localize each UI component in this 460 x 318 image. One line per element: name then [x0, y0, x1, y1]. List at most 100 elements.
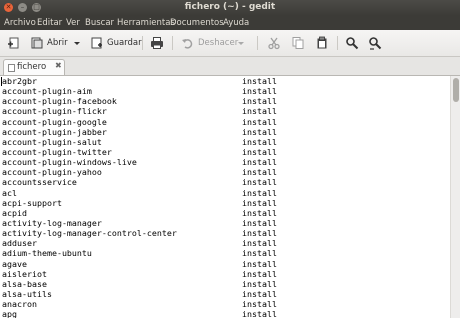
package-status: install	[242, 268, 277, 279]
menu-ver[interactable]: Ver	[66, 18, 80, 28]
menu-buscar[interactable]: Buscar	[85, 18, 114, 28]
undo-icon	[182, 39, 193, 49]
package-name: aisleriot	[2, 268, 47, 279]
package-status: install	[242, 197, 277, 208]
menu-bar: Archivo Editar Ver Buscar Herramientas D…	[0, 16, 460, 30]
toolbar-separator	[142, 36, 143, 50]
text-editor[interactable]: abr2gbr install account-plugin-aim install a…	[0, 76, 450, 318]
toolbar-separator	[337, 36, 338, 50]
text-line: account-plugin-jabber install	[0, 127, 450, 137]
package-status: install	[242, 86, 277, 97]
paste-icon	[317, 36, 327, 49]
vertical-scrollbar[interactable]	[450, 76, 460, 318]
package-name: alsa-base	[2, 278, 47, 289]
document-icon	[8, 64, 15, 72]
open-button[interactable]: Abrir	[30, 35, 68, 51]
package-name: account-plugin-twitter	[2, 146, 112, 157]
text-line: account-plugin-flickr install	[0, 106, 450, 116]
text-line: account-plugin-facebook install	[0, 96, 450, 106]
package-status: install	[242, 187, 277, 198]
package-status: install	[242, 106, 277, 117]
text-line: aisleriot install	[0, 269, 450, 279]
find-replace-button[interactable]	[368, 35, 382, 51]
text-line: account-plugin-aim install	[0, 86, 450, 96]
tab-fichero[interactable]: fichero ✖	[3, 59, 65, 75]
new-document-button[interactable]	[7, 35, 21, 51]
scissors-icon	[268, 37, 280, 50]
printer-icon	[151, 37, 163, 49]
package-name: acl	[2, 187, 17, 198]
text-line: account-plugin-yahoo install	[0, 167, 450, 177]
text-line: acpi-support install	[0, 198, 450, 208]
package-name: account-plugin-yahoo	[2, 167, 102, 178]
package-status: install	[242, 157, 277, 168]
menu-archivo[interactable]: Archivo	[4, 18, 36, 28]
open-label: Abrir	[47, 38, 68, 48]
title-bar: ✕ – □ fichero (~) - gedit	[0, 0, 460, 16]
package-status: install	[242, 217, 277, 228]
save-icon	[91, 37, 102, 49]
open-dropdown-button[interactable]	[73, 35, 81, 51]
package-name: account-plugin-windows-live	[2, 157, 137, 168]
package-status: install	[242, 207, 277, 218]
package-name: account-plugin-flickr	[2, 106, 107, 117]
package-status: install	[242, 258, 277, 269]
package-name: activity-log-manager	[2, 217, 102, 228]
toolbar-separator	[257, 36, 258, 50]
search-icon	[346, 37, 359, 50]
text-line: account-plugin-google install	[0, 117, 450, 127]
text-line: acl install	[0, 188, 450, 198]
menu-editar[interactable]: Editar	[37, 18, 62, 28]
package-name: account-plugin-aim	[2, 86, 92, 97]
tab-label: fichero	[17, 62, 47, 72]
package-status: install	[242, 288, 277, 299]
new-document-icon	[8, 37, 19, 49]
package-status: install	[242, 309, 277, 318]
package-status: install	[242, 116, 277, 127]
save-button[interactable]: Guardar	[90, 35, 142, 51]
find-button[interactable]	[345, 35, 359, 51]
text-line: account-plugin-windows-live install	[0, 157, 450, 167]
menu-ayuda[interactable]: Ayuda	[223, 18, 249, 28]
package-status: install	[242, 248, 277, 259]
package-name: account-plugin-google	[2, 116, 107, 127]
text-line: alsa-base install	[0, 279, 450, 289]
text-line: apg install	[0, 309, 450, 318]
package-status: install	[242, 76, 277, 86]
package-status: install	[242, 126, 277, 137]
package-name: activity-log-manager-control-center	[2, 228, 177, 239]
package-name: anacron	[2, 299, 37, 310]
cut-button[interactable]	[267, 35, 281, 51]
package-name: apg	[2, 309, 17, 318]
toolbar: Abrir Guardar Deshacer	[0, 30, 460, 57]
package-status: install	[242, 299, 277, 310]
undo-button[interactable]: Deshacer	[181, 35, 238, 51]
package-name: abr2gbr	[2, 76, 37, 86]
package-name: accountsservice	[2, 177, 77, 188]
text-line: abr2gbr install	[0, 76, 450, 86]
search-replace-icon	[369, 37, 382, 50]
package-name: acpid	[2, 207, 27, 218]
text-line: acpid install	[0, 208, 450, 218]
text-line: activity-log-manager install	[0, 218, 450, 228]
close-tab-icon[interactable]: ✖	[55, 61, 62, 70]
dropdown-arrow-icon	[238, 42, 244, 45]
text-cursor	[1, 77, 2, 86]
package-status: install	[242, 238, 277, 249]
package-name: account-plugin-facebook	[2, 96, 117, 107]
menu-documentos[interactable]: Documentos	[170, 18, 224, 28]
package-name: alsa-utils	[2, 288, 52, 299]
open-folder-icon	[31, 37, 43, 49]
package-name: account-plugin-salut	[2, 136, 102, 147]
text-line: adium-theme-ubuntu install	[0, 248, 450, 258]
undo-label: Deshacer	[198, 38, 239, 48]
package-status: install	[242, 278, 277, 289]
package-status: install	[242, 177, 277, 188]
print-button[interactable]	[150, 35, 164, 51]
copy-button[interactable]	[291, 35, 305, 51]
paste-button[interactable]	[315, 35, 329, 51]
redo-button[interactable]	[237, 35, 245, 51]
scrollbar-thumb[interactable]	[453, 78, 459, 102]
text-line: accountsservice install	[0, 177, 450, 187]
menu-herramientas[interactable]: Herramientas	[117, 18, 175, 28]
